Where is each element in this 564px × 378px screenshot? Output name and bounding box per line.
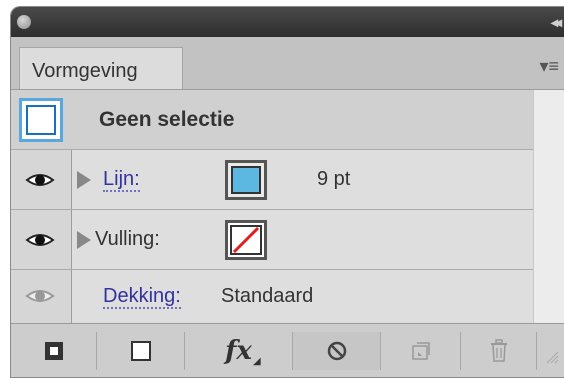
delete-item-icon (490, 339, 507, 362)
eye-icon[interactable] (25, 286, 55, 306)
eye-icon[interactable] (25, 170, 55, 190)
scrollbar[interactable] (533, 90, 564, 323)
stroke-weight-value[interactable]: 9 pt (317, 168, 350, 191)
add-stroke-icon (44, 342, 63, 360)
opacity-label[interactable]: Dekking: (103, 285, 181, 309)
duplicate-item-icon (411, 342, 430, 360)
stroke-label[interactable]: Lijn: (103, 168, 140, 192)
bottom-toolbar: fx ◢ (11, 323, 564, 377)
eye-icon[interactable] (25, 230, 55, 250)
expand-triangle-icon[interactable] (77, 171, 91, 189)
appearance-panel: ◂◂ Vormgeving ▾≡ Geen selectie Lijn: 9 p… (10, 6, 564, 378)
duplicate-item-button[interactable] (381, 332, 461, 370)
dropdown-arrow-icon: ◢ (253, 356, 261, 367)
panel-titlebar[interactable]: ◂◂ (11, 7, 564, 37)
tab-label: Vormgeving (32, 60, 138, 82)
selection-thumbnail (19, 98, 63, 142)
stroke-row[interactable]: Lijn: 9 pt (11, 150, 533, 210)
opacity-row[interactable]: Dekking: Standaard (11, 270, 533, 323)
resize-grip-icon[interactable] (543, 348, 559, 364)
tab-bar: Vormgeving ▾≡ (11, 37, 564, 90)
clear-appearance-icon (327, 341, 346, 361)
stroke-label-link[interactable]: Lijn: (103, 168, 140, 192)
opacity-label-link[interactable]: Dekking: (103, 285, 181, 309)
fill-label: Vulling: (95, 228, 160, 250)
add-stroke-button[interactable] (11, 332, 97, 370)
panel-menu-icon[interactable]: ▾≡ (539, 56, 559, 77)
selection-row: Geen selectie (11, 90, 533, 150)
add-fill-icon (130, 341, 151, 361)
clear-appearance-button[interactable] (293, 332, 381, 370)
delete-item-button[interactable] (461, 332, 537, 370)
fx-icon: fx (225, 336, 252, 366)
add-effect-button[interactable]: fx ◢ (185, 332, 293, 370)
appearance-list: Geen selectie Lijn: 9 pt Vulling: Dekkin… (11, 90, 533, 323)
collapse-icon[interactable]: ◂◂ (551, 14, 562, 31)
stroke-color-swatch[interactable] (225, 160, 267, 200)
close-icon[interactable] (17, 15, 31, 29)
tab-vormgeving[interactable]: Vormgeving (19, 47, 183, 89)
fill-color-swatch[interactable] (225, 220, 267, 260)
expand-triangle-icon[interactable] (77, 231, 91, 249)
add-fill-button[interactable] (97, 332, 185, 370)
opacity-value: Standaard (221, 285, 314, 307)
fill-row[interactable]: Vulling: (11, 210, 533, 270)
selection-label: Geen selectie (99, 108, 235, 131)
no-fill-icon (230, 225, 262, 255)
